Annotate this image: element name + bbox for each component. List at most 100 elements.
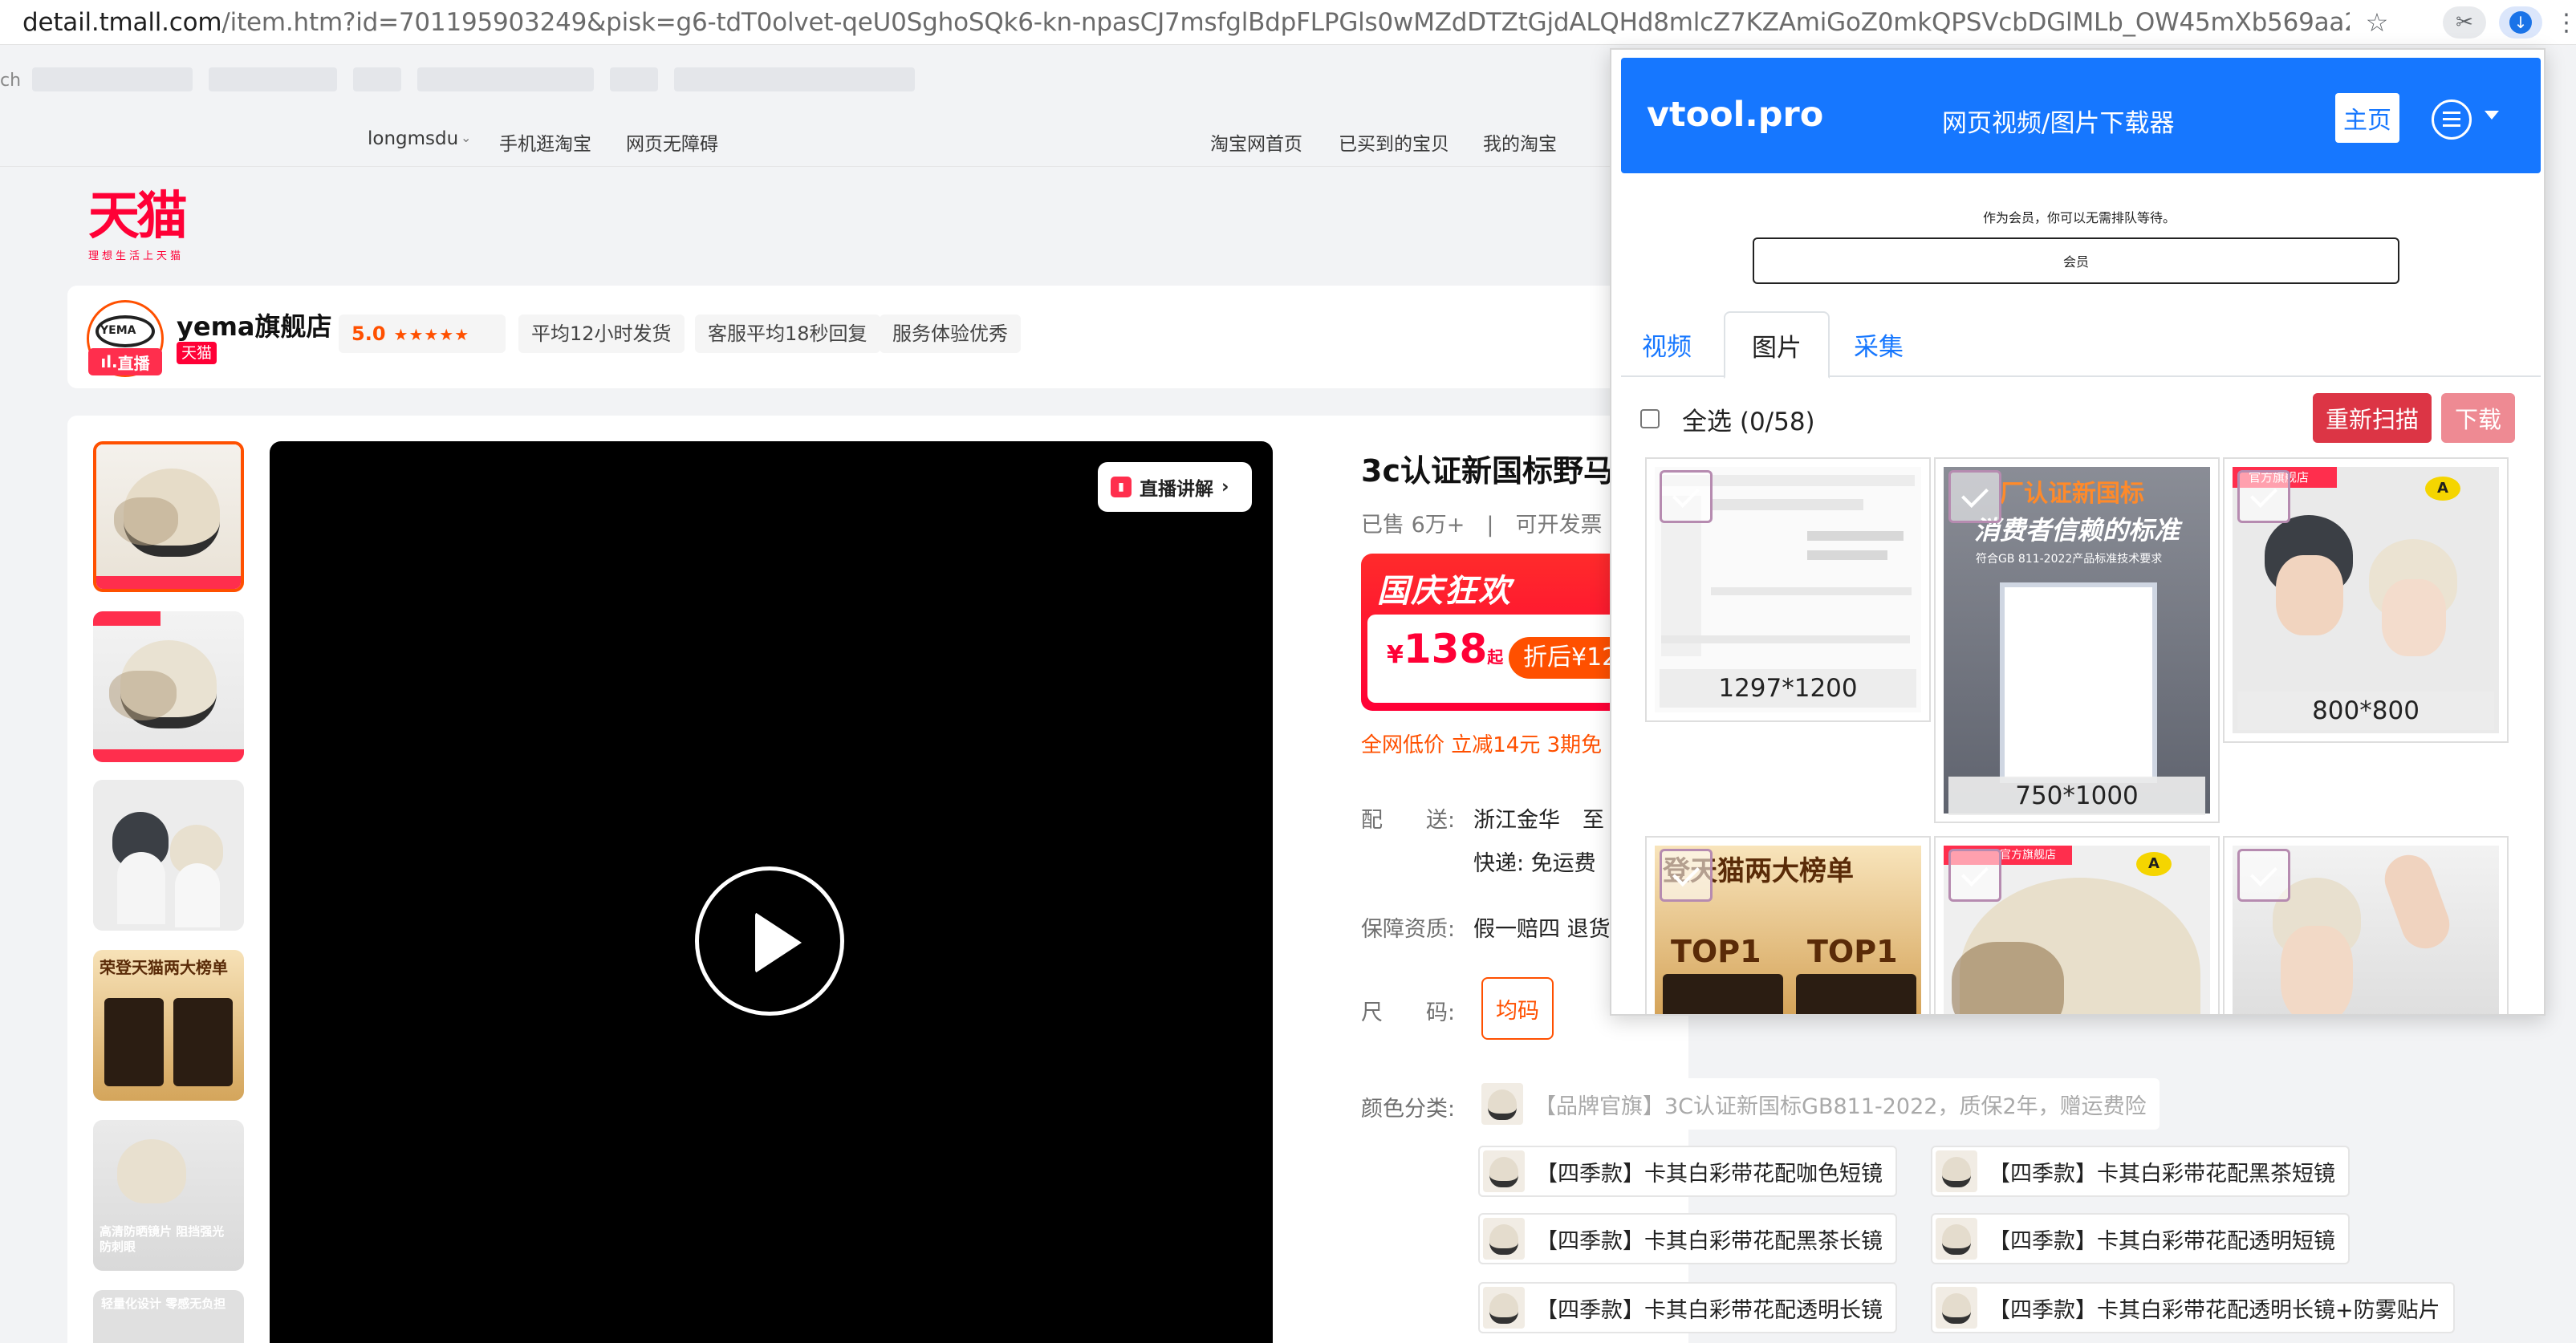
logo-text: 天猫 xyxy=(88,186,188,246)
color-option[interactable]: 【四季款】卡其白彩带花配透明短镜 xyxy=(1931,1213,2350,1264)
nav-taobao-home[interactable]: 淘宝网首页 xyxy=(1210,128,1302,156)
guarantee-label: 保障资质: xyxy=(1361,917,1456,942)
select-all-label: 全选 (0/58) xyxy=(1682,407,1815,436)
live-badge[interactable]: ıl. 直播 xyxy=(88,348,162,375)
menu-icon[interactable] xyxy=(2432,99,2472,140)
thumbnail-5[interactable]: 高清防晒镜片 阻挡强光防刺眼 xyxy=(93,1120,244,1271)
image-dimensions: 800*800 xyxy=(2237,692,2494,730)
tile-top-label: TOP1 xyxy=(1807,934,1898,969)
tile-top-label: TOP1 xyxy=(1671,934,1761,969)
nav-my-taobao[interactable]: 我的淘宝 xyxy=(1483,128,1557,156)
more-icon[interactable]: ⋮ xyxy=(2552,8,2576,37)
image-tile[interactable] xyxy=(2223,836,2509,1014)
partial-label: ch xyxy=(0,71,22,91)
tile-caption: 厂认证新国标 xyxy=(2000,480,2144,508)
color-option[interactable]: 【四季款】卡其白彩带花配咖色短镜 xyxy=(1478,1146,1897,1197)
thumbnail-2[interactable] xyxy=(93,611,244,762)
image-tile[interactable]: 官方旗舰店 A xyxy=(1934,836,2220,1014)
rescan-button[interactable]: 重新扫描 xyxy=(2313,393,2432,443)
popup-tabs: 视频 图片 采集 xyxy=(1621,311,2541,379)
image-tile[interactable]: 登天猫两大榜单 TOP1 TOP1 xyxy=(1645,836,1931,1014)
home-button[interactable]: 主页 xyxy=(2335,93,2399,143)
tile-checkbox[interactable] xyxy=(1948,849,2001,902)
color-label: 颜色分类: xyxy=(1361,1097,1456,1122)
thumb-caption: 高清防晒镜片 阻挡强光防刺眼 xyxy=(100,1224,225,1254)
nav-mobile-taobao[interactable]: 手机逛淘宝 xyxy=(499,128,591,156)
image-dimensions: 1297*1200 xyxy=(1660,669,1916,708)
image-tile[interactable]: 厂认证新国标 消费者信赖的标准 符合GB 811-2022产品标准技术要求 75… xyxy=(1934,457,2220,823)
shop-score: 5.0 xyxy=(351,323,386,345)
live-icon: ▮ xyxy=(1111,477,1132,497)
tab-images[interactable]: 图片 xyxy=(1724,311,1830,379)
image-tile[interactable]: 1297*1200 xyxy=(1645,457,1931,722)
tile-subcaption: 消费者信赖的标准 xyxy=(1974,515,2180,546)
promo-title: 国庆狂欢 xyxy=(1377,573,1512,610)
address-bar[interactable]: detail.tmall.com/item.htm?id=70119590324… xyxy=(0,0,2576,45)
tab-collect[interactable]: 采集 xyxy=(1843,311,1915,377)
member-note: 作为会员，你可以无需排队等待。 xyxy=(1982,210,2176,225)
shipping-label: 配 送: xyxy=(1361,808,1456,833)
tile-checkbox[interactable] xyxy=(1660,849,1713,902)
download-button[interactable]: 下载 xyxy=(2441,393,2515,443)
after-discount-price: 折后¥12 xyxy=(1509,637,1621,679)
logo-slogan: 理想生活上天猫 xyxy=(88,250,185,262)
chevron-down-icon[interactable]: ⌄ xyxy=(461,130,471,145)
shipping-to[interactable]: 至 xyxy=(1583,802,1604,834)
color-option[interactable]: 【四季款】卡其白彩带花配透明长镜 xyxy=(1478,1282,1897,1333)
tile-checkbox[interactable] xyxy=(2237,849,2290,902)
blurred-bookmarks: ch xyxy=(0,56,963,96)
thumbnail-6[interactable]: 轻量化设计 零感无负担 xyxy=(93,1290,244,1343)
sold-line: 已售 6万+ | 可开发票 xyxy=(1361,513,1603,538)
play-button[interactable] xyxy=(695,866,844,1016)
thumbnail-1[interactable] xyxy=(93,441,244,592)
size-option-button[interactable]: 均码 xyxy=(1481,977,1554,1040)
popup-brand: vtool.pro xyxy=(1647,95,1824,135)
rating-pill: 5.0 ★★★★★ xyxy=(339,314,506,353)
shop-card: YEMA ıl. 直播 yema旗舰店 天猫 5.0 ★★★★★ 平均12小时发货 … xyxy=(67,286,1640,388)
vtool-popup: vtool.pro 网页视频/图片下载器 主页 作为会员，你可以无需排队等待。 … xyxy=(1610,48,2546,1016)
shipping-from: 浙江金华 xyxy=(1473,808,1560,833)
image-tile[interactable]: 官方旗舰店 A 800*800 xyxy=(2223,457,2509,743)
brand-mark: YEMA xyxy=(100,324,136,337)
thumbnail-4[interactable]: 荣登天猫两大榜单 xyxy=(93,950,244,1101)
select-all-row[interactable]: 全选 (0/58) xyxy=(1640,395,1815,443)
tile-checkbox[interactable] xyxy=(1948,470,2001,523)
shop-name[interactable]: yema旗舰店 xyxy=(177,306,332,343)
thumb-caption: 荣登天猫两大榜单 xyxy=(100,958,228,977)
url-text[interactable]: detail.tmall.com/item.htm?id=70119590324… xyxy=(22,8,2350,37)
tmall-logo[interactable]: 天猫 理想生活上天猫 xyxy=(88,191,209,265)
bookmark-star-icon[interactable]: ☆ xyxy=(2363,7,2391,38)
nav-bought[interactable]: 已买到的宝贝 xyxy=(1339,128,1449,156)
member-button[interactable]: 会员 xyxy=(1753,237,2399,284)
color-option[interactable]: 【四季款】卡其白彩带花配透明长镜+防雾贴片 xyxy=(1931,1282,2455,1333)
color-option[interactable]: 【品牌官旗】3C认证新国标GB811-2022，质保2年，赠运费险 xyxy=(1478,1078,2160,1130)
live-explain-button[interactable]: ▮ 直播讲解 › xyxy=(1098,462,1252,512)
product-title: 3c认证新国标野马 xyxy=(1361,453,1614,489)
price: ¥138起 xyxy=(1387,626,1504,672)
color-option[interactable]: 【四季款】卡其白彩带花配黑茶长镜 xyxy=(1478,1213,1897,1264)
thumb-caption: 轻量化设计 零感无负担 xyxy=(101,1296,226,1311)
color-option[interactable]: 【四季款】卡其白彩带花配黑茶短镜 xyxy=(1931,1146,2350,1197)
popup-title: 网页视频/图片下载器 xyxy=(1942,109,2175,138)
nav-user[interactable]: longmsdu xyxy=(368,128,458,149)
download-icon[interactable]: ↓ xyxy=(2499,6,2542,39)
image-dimensions: 750*1000 xyxy=(1948,777,2205,815)
select-all-checkbox[interactable] xyxy=(1640,409,1660,428)
ship-time-pill: 平均12小时发货 xyxy=(518,314,685,353)
promo-box: 国庆狂欢 ¥138起 折后¥12 xyxy=(1361,554,1621,711)
tile-small-text: 符合GB 811-2022产品标准技术要求 xyxy=(1976,553,2163,566)
service-pill: 服务体验优秀 xyxy=(880,314,1021,353)
scissors-icon[interactable]: ✂ xyxy=(2443,6,2486,39)
popup-header: vtool.pro 网页视频/图片下载器 主页 xyxy=(1621,58,2541,173)
star-rating-icon: ★★★★★ xyxy=(393,325,470,344)
tmall-tag: 天猫 xyxy=(177,342,217,364)
site-nav: longmsdu ⌄ 手机逛淘宝 网页无障碍 淘宝网首页 已买到的宝贝 我的淘宝 xyxy=(0,112,1621,167)
thumbnail-3[interactable] xyxy=(93,780,244,931)
tile-checkbox[interactable] xyxy=(1660,470,1713,523)
tab-video[interactable]: 视频 xyxy=(1631,311,1703,377)
tile-checkbox[interactable] xyxy=(2237,470,2290,523)
live-explain-label: 直播讲解 xyxy=(1140,479,1213,500)
discount-line[interactable]: 全网低价 立减14元 3期免 xyxy=(1361,728,1602,758)
nav-accessibility[interactable]: 网页无障碍 xyxy=(626,128,718,156)
caret-down-icon[interactable] xyxy=(2485,111,2499,120)
